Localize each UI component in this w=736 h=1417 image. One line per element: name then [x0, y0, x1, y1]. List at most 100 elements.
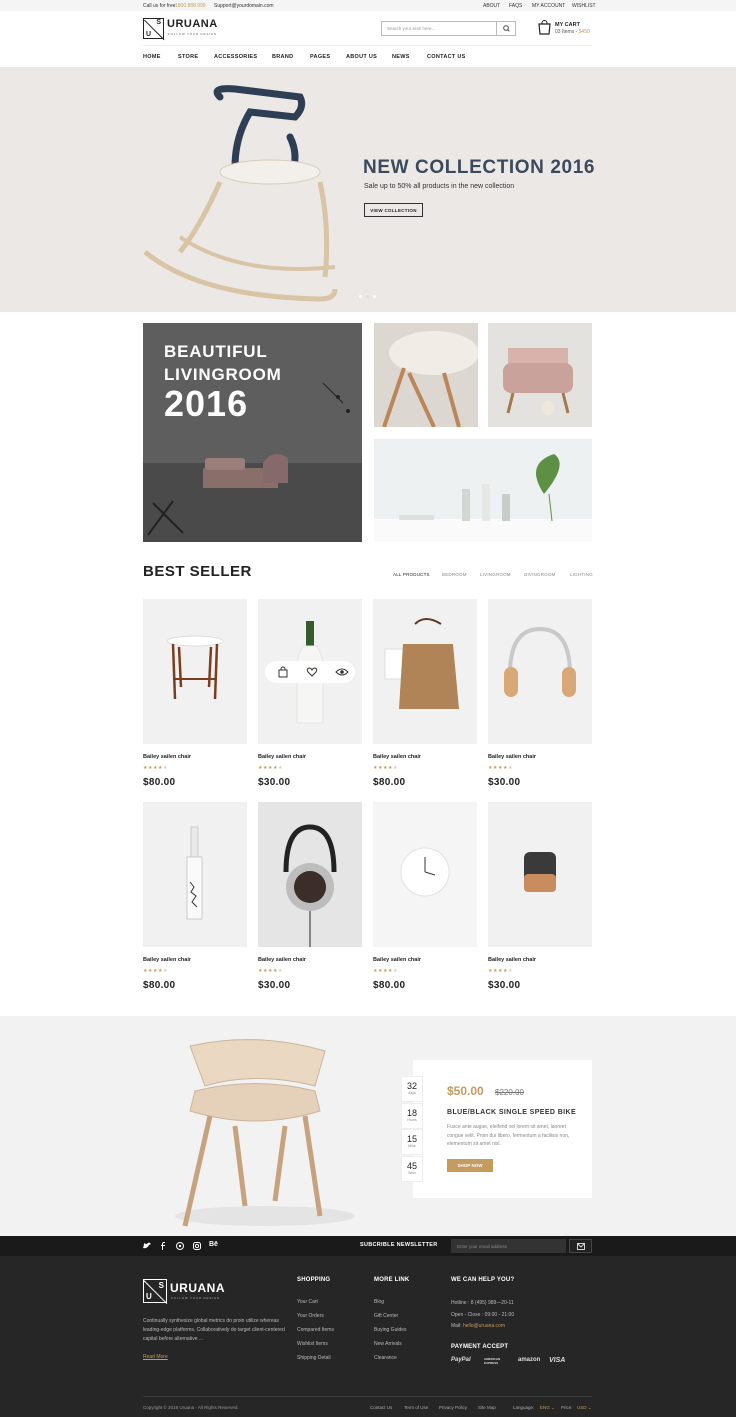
- footer-link[interactable]: Your Orders: [297, 1313, 324, 1319]
- footer-link[interactable]: New Arrivals: [374, 1341, 402, 1347]
- cart-icon[interactable]: [538, 20, 551, 35]
- footer: S U URUANA FOLLOW YOUR DESIGN Continuall…: [0, 1256, 736, 1417]
- footer-link[interactable]: Compared Items: [297, 1327, 334, 1333]
- footer-logo-text[interactable]: URUANA: [170, 1281, 225, 1295]
- product-price: $30.00: [258, 980, 291, 991]
- product-card[interactable]: [488, 802, 592, 947]
- nav-brand[interactable]: BRAND: [272, 54, 293, 60]
- logo-text[interactable]: URUANA: [167, 18, 218, 30]
- top-link-about[interactable]: ABOUT: [483, 3, 500, 9]
- nav-accessories[interactable]: ACCESSORIES: [214, 54, 257, 60]
- top-link-account[interactable]: MY ACCOUNT: [532, 3, 565, 9]
- product-name[interactable]: Bailey sailen chair: [258, 754, 306, 760]
- search-input[interactable]: Search your entri here...: [387, 26, 435, 31]
- phone-number[interactable]: 1800.888.999: [175, 3, 206, 9]
- product-name[interactable]: Bailey sailen chair: [258, 957, 306, 963]
- currency-select[interactable]: USD ⌄: [577, 1405, 592, 1411]
- newsletter-input[interactable]: Enter your email address: [451, 1239, 566, 1253]
- search-button[interactable]: [496, 22, 515, 35]
- product-name[interactable]: Bailey sailen chair: [488, 754, 536, 760]
- armchair-image: [503, 348, 573, 415]
- product-card[interactable]: [258, 802, 362, 947]
- call-label: Call us for free: [143, 3, 176, 9]
- nav-news[interactable]: NEWS: [392, 54, 410, 60]
- nav-home[interactable]: HOME: [143, 54, 161, 60]
- product-card[interactable]: [373, 599, 477, 744]
- bottom-link[interactable]: Privacy Policy: [439, 1405, 467, 1410]
- countdown-label: Secs: [408, 1171, 416, 1175]
- logo-tagline: FOLLOW YOUR DESIGN: [168, 32, 217, 36]
- footer-link[interactable]: Blog: [374, 1299, 384, 1305]
- search-box[interactable]: Search your entri here...: [381, 21, 516, 36]
- top-link-faqs[interactable]: FAQS: [509, 3, 522, 9]
- footer-link[interactable]: Shipping Detail: [297, 1355, 331, 1361]
- tab-lighting[interactable]: LIGHTING: [570, 572, 593, 577]
- countdown-days: 32 days: [401, 1076, 423, 1102]
- product-name[interactable]: Bailey sailen chair: [143, 754, 191, 760]
- view-collection-button[interactable]: VIEW COLLECTION: [364, 203, 423, 217]
- copyright: Copyright © 2016 Uruana - All Rights Res…: [143, 1405, 239, 1410]
- nav-store[interactable]: STORE: [178, 54, 198, 60]
- support-email[interactable]: Support@yourdomain.com: [214, 3, 274, 9]
- bottom-link[interactable]: Contact Us: [370, 1405, 392, 1410]
- footer-logo-mark[interactable]: S U: [143, 1279, 168, 1305]
- product-name[interactable]: Bailey sailen chair: [488, 957, 536, 963]
- product-name[interactable]: Bailey sailen chair: [373, 754, 421, 760]
- read-more-link[interactable]: Read More: [143, 1354, 168, 1360]
- header-divider: [143, 45, 592, 46]
- slider-dot[interactable]: [373, 295, 376, 298]
- logo-mark[interactable]: S U: [143, 18, 165, 41]
- pinterest-icon[interactable]: [176, 1242, 184, 1250]
- product-card[interactable]: [143, 802, 247, 947]
- heart-icon[interactable]: [306, 666, 318, 678]
- tab-livingroom[interactable]: LIVINGROOM: [480, 572, 511, 577]
- product-name[interactable]: Bailey sailen chair: [143, 957, 191, 963]
- armchair-banner[interactable]: [488, 323, 592, 427]
- tab-bedroom[interactable]: BEDROOM: [442, 572, 467, 577]
- footer-link[interactable]: Your Cart: [297, 1299, 318, 1305]
- product-price: $30.00: [258, 777, 291, 788]
- footer-link[interactable]: Buying Guides: [374, 1327, 407, 1333]
- footer-mail: Mail: hello@uruana.com: [451, 1323, 505, 1329]
- product-card[interactable]: [143, 599, 247, 744]
- banner-line2: LIVINGROOM: [164, 365, 282, 384]
- newsletter-placeholder: Enter your email address: [457, 1243, 508, 1249]
- product-name[interactable]: Bailey sailen chair: [373, 957, 421, 963]
- stool-banner[interactable]: [374, 323, 478, 427]
- tab-all-products[interactable]: ALL PRODUCTS: [393, 572, 430, 577]
- nav-about[interactable]: ABOUT US: [346, 54, 377, 60]
- slider-dot[interactable]: [366, 295, 369, 298]
- deal-description: Fusce ante augue, eleifend vel lorem sit…: [447, 1124, 570, 1147]
- decor-banner[interactable]: [374, 439, 592, 542]
- instagram-icon[interactable]: [193, 1242, 201, 1250]
- slider-dot[interactable]: [359, 295, 362, 298]
- product-card[interactable]: [488, 599, 592, 744]
- bag-icon[interactable]: [277, 666, 289, 678]
- language-select[interactable]: ENG ⌄: [540, 1405, 555, 1411]
- eye-icon[interactable]: [335, 666, 349, 678]
- twitter-icon[interactable]: [143, 1242, 151, 1250]
- bottom-link[interactable]: Site Map: [478, 1405, 496, 1410]
- product-card[interactable]: [258, 599, 362, 744]
- quick-actions: [265, 661, 355, 683]
- deal-title[interactable]: BLUE/BLACK SINGLE SPEED BIKE: [447, 1109, 576, 1116]
- bottom-link[interactable]: Term of Use: [404, 1405, 428, 1410]
- behance-icon[interactable]: Bē: [209, 1241, 218, 1248]
- nav-contact[interactable]: CONTACT US: [427, 54, 466, 60]
- decor-image: [374, 454, 592, 542]
- footer-logo-tagline: FOLLOW YOUR DESIGN: [171, 1296, 220, 1300]
- footer-link[interactable]: Wishlist Items: [297, 1341, 328, 1347]
- footer-link[interactable]: Gift Center: [374, 1313, 398, 1319]
- nav-pages[interactable]: PAGES: [310, 54, 330, 60]
- shop-now-button[interactable]: SHOP NOW: [447, 1159, 493, 1172]
- visa-icon: VISA: [549, 1357, 566, 1364]
- top-link-wishlist[interactable]: WISHLIST: [572, 3, 596, 9]
- mail-link[interactable]: hello@uruana.com: [463, 1323, 505, 1329]
- facebook-icon[interactable]: [160, 1242, 166, 1250]
- livingroom-banner[interactable]: BEAUTIFUL LIVINGROOM 2016: [143, 323, 362, 542]
- tab-divingroom[interactable]: DIVINGROOM: [524, 572, 556, 577]
- newsletter-submit[interactable]: [569, 1239, 592, 1253]
- product-card[interactable]: [373, 802, 477, 947]
- footer-link[interactable]: Clearance: [374, 1355, 397, 1361]
- cart-title[interactable]: MY CART: [555, 22, 580, 28]
